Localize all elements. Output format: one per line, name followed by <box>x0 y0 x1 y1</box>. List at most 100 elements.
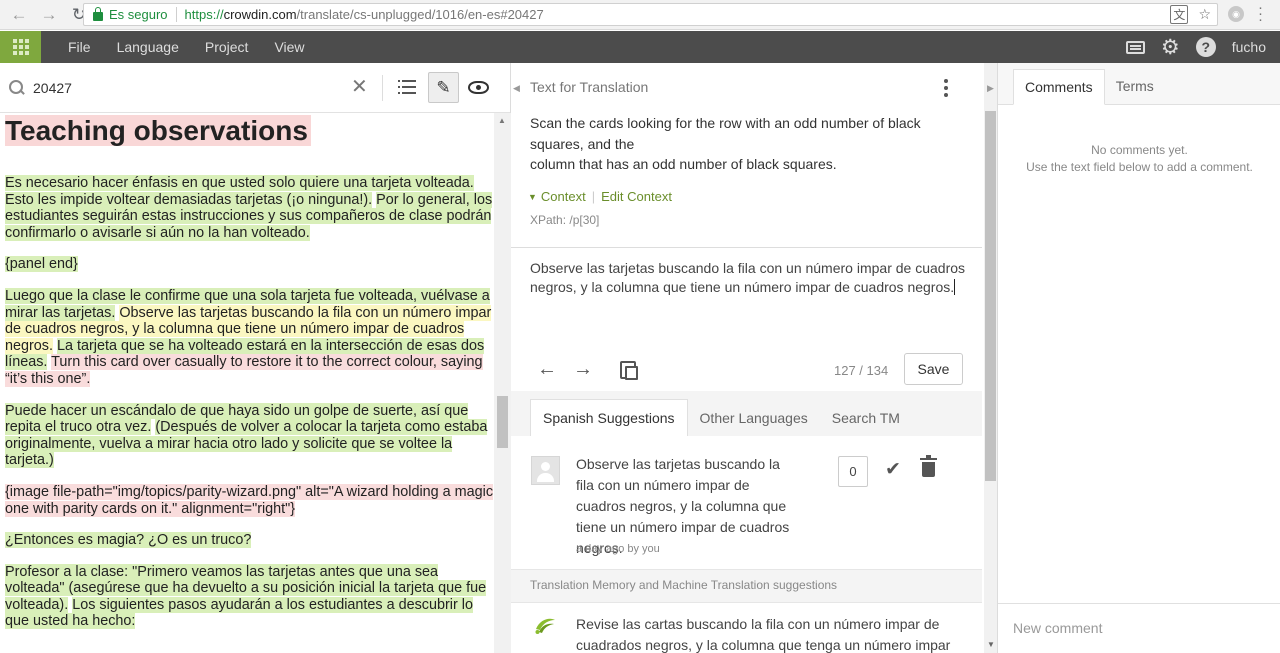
document-scrollbar[interactable]: ▲ <box>494 113 511 653</box>
gear-icon[interactable]: ⚙ <box>1161 37 1180 58</box>
address-bar[interactable]: Es seguro https://crowdin.com/translate/… <box>83 3 1218 26</box>
tab-terms[interactable]: Terms <box>1105 68 1165 104</box>
more-options-icon[interactable] <box>944 79 948 97</box>
editor-nav: ← → 127 / 134 Save <box>511 351 982 391</box>
collapse-left-icon[interactable]: ◀ <box>513 83 520 94</box>
list-view-icon[interactable] <box>398 80 416 94</box>
tm-suggestion-item[interactable]: Revise las cartas buscando la fila con u… <box>511 602 982 653</box>
scroll-thumb[interactable] <box>985 111 996 481</box>
scroll-thumb[interactable] <box>497 396 508 448</box>
extension-icon[interactable]: ◉ <box>1228 6 1244 22</box>
char-counter: 127 / 134 <box>834 363 889 378</box>
document-heading: Teaching observations <box>5 115 494 147</box>
url-scheme: https:// <box>184 7 224 22</box>
previous-string-icon[interactable]: ← <box>537 358 557 381</box>
menu-view[interactable]: View <box>274 39 304 55</box>
caret-down-icon[interactable]: ▼ <box>528 192 537 202</box>
translation-field[interactable]: Observe las tarjetas buscando la fila co… <box>530 259 970 297</box>
apps-grid-icon[interactable] <box>0 31 41 63</box>
pencil-icon[interactable]: ✎ <box>428 72 459 103</box>
tab-search-tm[interactable]: Search TM <box>820 399 912 436</box>
scroll-down-icon[interactable]: ▼ <box>987 640 995 649</box>
suggestion-meta: a day ago by you <box>576 543 660 555</box>
approve-check-icon[interactable]: ✔ <box>885 458 901 481</box>
machine-translation-icon <box>535 618 555 634</box>
document-paragraph: Luego que la clase le confirme que una s… <box>5 287 494 388</box>
editor-panel: ◀ Text for Translation Scan the cards lo… <box>511 63 997 653</box>
translate-icon[interactable]: 文 <box>1170 5 1189 24</box>
document-preview: Teaching observations Es necesario hacer… <box>0 113 494 653</box>
document-paragraph: Es necesario hacer énfasis en que usted … <box>5 175 494 241</box>
app-header: File Language Project View ⚙ ? fucho <box>0 31 1280 63</box>
tab-spanish-suggestions[interactable]: Spanish Suggestions <box>530 399 688 436</box>
comment-composer <box>998 603 1280 653</box>
tab-other-languages[interactable]: Other Languages <box>688 399 820 436</box>
forward-icon[interactable]: → <box>38 4 60 26</box>
text-segment[interactable]: {panel end} <box>5 256 78 273</box>
text-segment[interactable]: Es necesario hacer énfasis en que usted … <box>5 175 474 191</box>
search-icon <box>9 80 24 95</box>
source-line: Scan the cards looking for the row with … <box>530 115 921 152</box>
text-segment[interactable]: ¿Entonces es magia? ¿O es un truco? <box>5 532 252 549</box>
edit-context-link[interactable]: Edit Context <box>601 189 672 204</box>
editor-divider <box>511 247 982 248</box>
menu-file[interactable]: File <box>68 39 91 55</box>
source-text: Scan the cards looking for the row with … <box>530 113 950 175</box>
eye-icon[interactable] <box>466 77 490 97</box>
close-icon[interactable]: ✕ <box>351 77 368 97</box>
toolbar-divider <box>382 75 383 101</box>
context-row: ▼ Context | Edit Context <box>528 189 672 204</box>
text-caret <box>954 279 956 295</box>
omnibox-divider <box>175 7 177 22</box>
text-segment[interactable]: Esto les impide voltear demasiadas tarje… <box>5 191 373 208</box>
trash-icon[interactable] <box>920 455 937 477</box>
search-input[interactable] <box>33 79 333 96</box>
text-segment[interactable]: Los siguientes pasos ayudarán a los estu… <box>5 596 473 630</box>
vote-count[interactable]: 0 <box>838 456 868 487</box>
menu-project[interactable]: Project <box>205 39 249 55</box>
document-paragraph: Profesor a la clase: "Primero veamos las… <box>5 563 494 630</box>
collapse-right-icon[interactable]: ▶ <box>987 83 994 94</box>
url-host: crowdin.com <box>223 7 297 22</box>
menu-language[interactable]: Language <box>117 39 179 55</box>
suggestion-item[interactable]: Observe las tarjetas buscando la fila co… <box>511 436 982 570</box>
suggestion-tabs: Spanish Suggestions Other Languages Sear… <box>511 391 982 436</box>
text-segment[interactable]: {image file-path="img/topics/parity-wiza… <box>5 483 494 517</box>
tab-comments[interactable]: Comments <box>1013 69 1105 105</box>
browser-toolbar: ← → ↻ Es seguro https://crowdin.com/tran… <box>0 0 1280 30</box>
scroll-up-icon[interactable]: ▲ <box>498 116 506 125</box>
tm-section-label: Translation Memory and Machine Translati… <box>530 578 838 592</box>
xpath-label: XPath: /p[30] <box>530 213 600 227</box>
source-line: column that has an odd number of black s… <box>530 156 837 172</box>
editor-header: Text for Translation <box>530 79 649 95</box>
lock-icon <box>93 7 103 21</box>
browser-menu-icon[interactable]: · · · <box>1258 0 1263 27</box>
document-paragraph: {image file-path="img/topics/parity-wiza… <box>5 483 494 517</box>
username[interactable]: fucho <box>1232 39 1266 55</box>
comments-panel: ▶ Comments Terms No comments yet. Use th… <box>987 63 1280 653</box>
context-link[interactable]: Context <box>541 189 586 204</box>
next-string-icon[interactable]: → <box>573 358 593 381</box>
back-icon[interactable]: ← <box>8 4 30 26</box>
document-panel: ✕ ✎ Teaching observations Es necesario h… <box>0 63 511 653</box>
document-paragraph: ¿Entonces es magia? ¿O es un truco? <box>5 532 494 549</box>
bookmark-star-icon[interactable]: ☆ <box>1198 6 1211 23</box>
text-segment[interactable]: Turn this card over casually to restore … <box>5 354 483 387</box>
comments-tabs: Comments Terms <box>998 63 1280 105</box>
copy-source-icon[interactable] <box>620 361 638 380</box>
url-path: /translate/cs-unplugged/1016/en-es#20427 <box>296 7 544 22</box>
keyboard-icon[interactable] <box>1125 40 1145 54</box>
secure-label: Es seguro <box>109 7 168 22</box>
app-menu: File Language Project View <box>68 39 331 55</box>
editor-scrollbar[interactable]: ▼ <box>984 63 997 653</box>
help-icon[interactable]: ? <box>1195 37 1216 57</box>
document-toolbar: ✕ ✎ <box>0 63 510 113</box>
document-paragraph: {panel end} <box>5 256 494 273</box>
document-paragraph: Puede hacer un escándalo de que haya sid… <box>5 402 494 469</box>
save-button[interactable]: Save <box>904 353 963 385</box>
avatar <box>531 456 560 485</box>
suggestions-area: Spanish Suggestions Other Languages Sear… <box>511 391 982 653</box>
tm-suggestion-text: Revise las cartas buscando la fila con u… <box>576 616 951 653</box>
empty-comments-message: No comments yet. Use the text field belo… <box>1026 143 1253 174</box>
new-comment-input[interactable] <box>1013 620 1263 636</box>
